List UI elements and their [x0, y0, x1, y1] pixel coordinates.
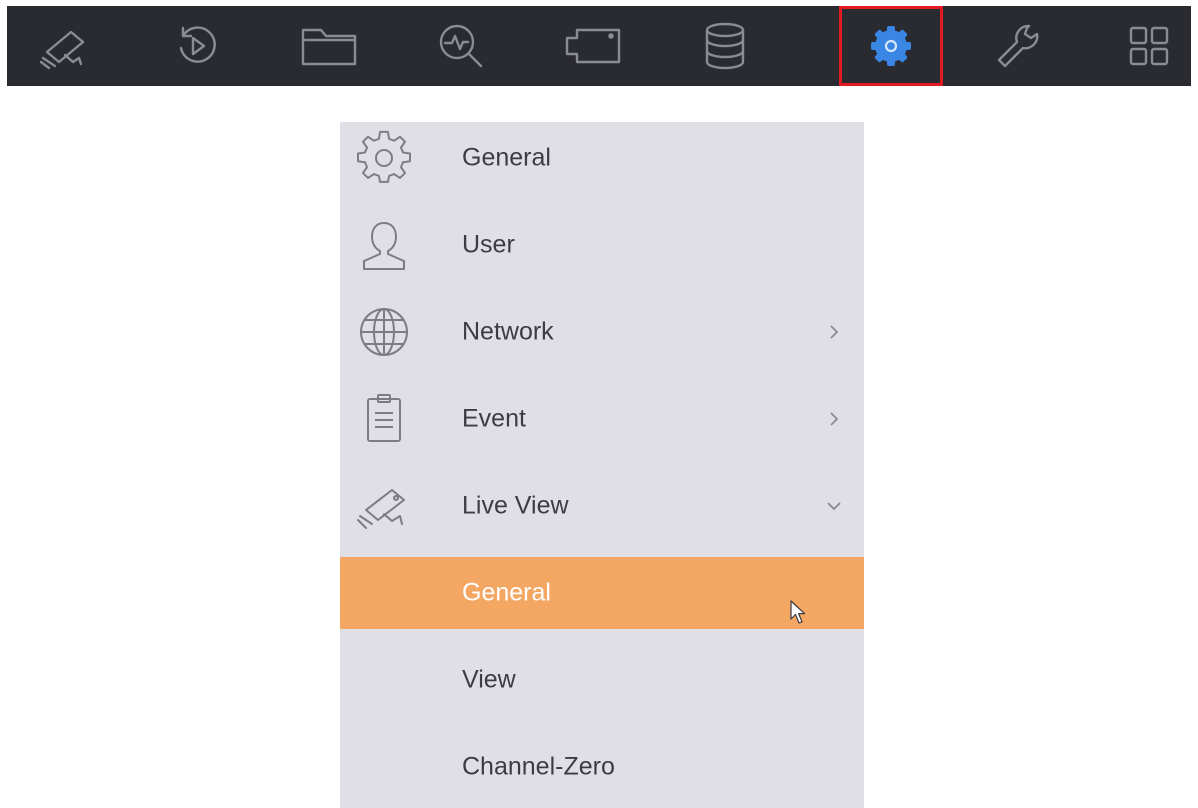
camera-icon[interactable]	[13, 6, 117, 86]
clipboard-icon	[354, 389, 414, 449]
submenu-item-label: View	[462, 665, 516, 694]
menu-item-label: User	[462, 230, 515, 259]
globe-icon	[354, 302, 414, 362]
chevron-down-icon	[827, 502, 841, 511]
gear-outline-icon	[354, 128, 414, 188]
menu-item-label: Live View	[462, 491, 569, 520]
search-analytics-icon[interactable]	[409, 6, 513, 86]
submenu-item-view[interactable]: View	[340, 644, 864, 716]
menu-item-live-view[interactable]: Live View	[340, 470, 864, 542]
submenu-item-label: Channel-Zero	[462, 752, 615, 781]
chevron-right-icon	[830, 412, 839, 426]
playback-icon[interactable]	[145, 6, 249, 86]
mouse-pointer-icon	[790, 600, 806, 624]
wrench-icon[interactable]	[965, 6, 1069, 86]
menu-item-label: General	[462, 143, 551, 172]
storage-icon[interactable]	[673, 6, 777, 86]
gear-icon[interactable]	[839, 6, 943, 86]
top-toolbar	[7, 6, 1191, 86]
channel-icon[interactable]	[541, 6, 645, 86]
menu-item-general[interactable]: General	[340, 122, 864, 194]
user-icon	[354, 215, 414, 275]
menu-item-label: Network	[462, 317, 554, 346]
configuration-menu: General User Network Event Live View Gen…	[340, 122, 864, 808]
menu-item-event[interactable]: Event	[340, 383, 864, 455]
folder-icon[interactable]	[277, 6, 381, 86]
chevron-right-icon	[830, 325, 839, 339]
submenu-item-label: General	[462, 578, 551, 607]
menu-item-network[interactable]: Network	[340, 296, 864, 368]
submenu-item-general[interactable]: General	[340, 557, 864, 629]
menu-item-label: Event	[462, 404, 526, 433]
submenu-item-channel-zero[interactable]: Channel-Zero	[340, 731, 864, 803]
menu-item-user[interactable]: User	[340, 209, 864, 281]
grid-icon[interactable]	[1097, 6, 1198, 86]
camera-icon	[354, 476, 414, 536]
